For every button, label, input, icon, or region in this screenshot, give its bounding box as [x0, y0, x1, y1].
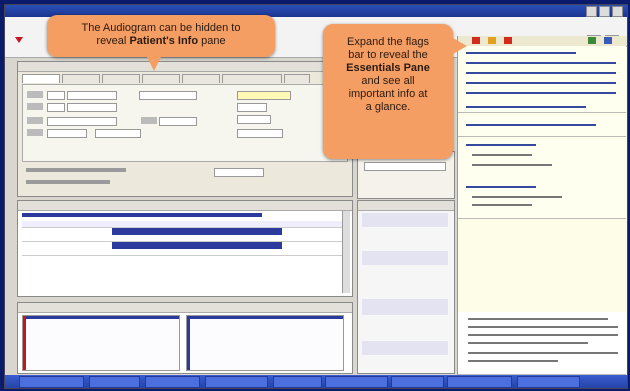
taskbar-button[interactable]: [89, 376, 140, 388]
list-item[interactable]: [362, 341, 448, 355]
flag-icon[interactable]: [488, 37, 496, 44]
taskbar-button[interactable]: [325, 376, 388, 388]
form-field[interactable]: [237, 129, 283, 138]
patient-form: [22, 84, 348, 162]
callout-text: and see all: [361, 75, 415, 87]
row-label: [26, 168, 126, 172]
taskbar-button[interactable]: [19, 376, 84, 388]
collapse-arrow-icon[interactable]: [15, 37, 23, 43]
selected-row[interactable]: [112, 242, 282, 249]
scrollbar[interactable]: [342, 211, 350, 293]
form-field[interactable]: [159, 117, 197, 126]
form-field[interactable]: [47, 129, 87, 138]
patient-info-title: [18, 62, 352, 72]
callout-text: The Audiogram can be hidden to: [81, 22, 241, 34]
callout-text: Expand the flags: [347, 36, 429, 48]
taskbar-button[interactable]: [273, 376, 322, 388]
last-name-field[interactable]: [139, 91, 197, 100]
minimize-button[interactable]: [586, 6, 597, 17]
selected-row[interactable]: [112, 228, 282, 235]
taskbar-button[interactable]: [517, 376, 580, 388]
close-button[interactable]: [612, 6, 623, 17]
callout-text: reveal Patient's Info pane: [96, 35, 226, 47]
cards-pane: [17, 302, 353, 374]
window-controls: [586, 6, 623, 17]
callout-text: important info at: [348, 88, 428, 100]
row-label: [26, 180, 110, 184]
callout-text: Essentials Pane: [346, 62, 430, 74]
flag-icon[interactable]: [588, 37, 596, 44]
patient-tabs: [18, 72, 352, 83]
first-name-field[interactable]: [67, 91, 117, 100]
essentials-section-2: [458, 116, 626, 137]
cards-title: [18, 303, 352, 313]
tab-1[interactable]: [22, 74, 60, 83]
sessions-pane: [17, 200, 353, 297]
essentials-notes: [458, 312, 626, 375]
essentials-section-1: [458, 46, 626, 113]
session-grid: [22, 221, 342, 256]
app-window: The Audiogram can be hidden to reveal Pa…: [4, 4, 628, 389]
callout-text: a glance.: [365, 101, 411, 113]
tab-5[interactable]: [182, 74, 220, 83]
taskbar-button[interactable]: [145, 376, 200, 388]
essentials-section-3: [458, 140, 626, 183]
maximize-button[interactable]: [599, 6, 610, 17]
tab-7[interactable]: [284, 74, 310, 83]
audiogram-callout: The Audiogram can be hidden to reveal Pa…: [47, 15, 275, 71]
form-field[interactable]: [214, 168, 264, 177]
flag-icon[interactable]: [472, 37, 480, 44]
form-field[interactable]: [47, 117, 117, 126]
form-field[interactable]: [67, 103, 117, 112]
form-field[interactable]: [364, 162, 446, 171]
essentials-callout: Expand the flags bar to reveal the Essen…: [323, 24, 467, 159]
form-field[interactable]: [237, 103, 267, 112]
taskbar: [5, 375, 627, 388]
callout-text: bar to reveal the: [348, 49, 428, 61]
form-field[interactable]: [47, 103, 65, 112]
list-item[interactable]: [362, 213, 448, 227]
form-field[interactable]: [237, 115, 271, 124]
right-list-pane: [357, 200, 455, 374]
flag-icon[interactable]: [604, 37, 612, 44]
tab-2[interactable]: [62, 74, 100, 83]
list-item[interactable]: [362, 299, 448, 315]
flag-icon[interactable]: [504, 37, 512, 44]
taskbar-button[interactable]: [447, 376, 512, 388]
tab-3[interactable]: [102, 74, 140, 83]
tab-4[interactable]: [142, 74, 180, 83]
list-item[interactable]: [362, 251, 448, 265]
sessions-title: [18, 201, 352, 211]
highlighted-field[interactable]: [237, 91, 291, 100]
form-field[interactable]: [47, 91, 65, 100]
card-right[interactable]: [186, 315, 344, 371]
essentials-section-4: [458, 182, 626, 219]
tab-6[interactable]: [222, 74, 282, 83]
form-field[interactable]: [95, 129, 141, 138]
session-header: [22, 213, 262, 217]
taskbar-button[interactable]: [391, 376, 444, 388]
right-list-title: [358, 201, 454, 211]
taskbar-button[interactable]: [205, 376, 268, 388]
card-left[interactable]: [22, 315, 180, 371]
essentials-pane: [457, 36, 627, 388]
patient-info-pane: [17, 61, 353, 197]
